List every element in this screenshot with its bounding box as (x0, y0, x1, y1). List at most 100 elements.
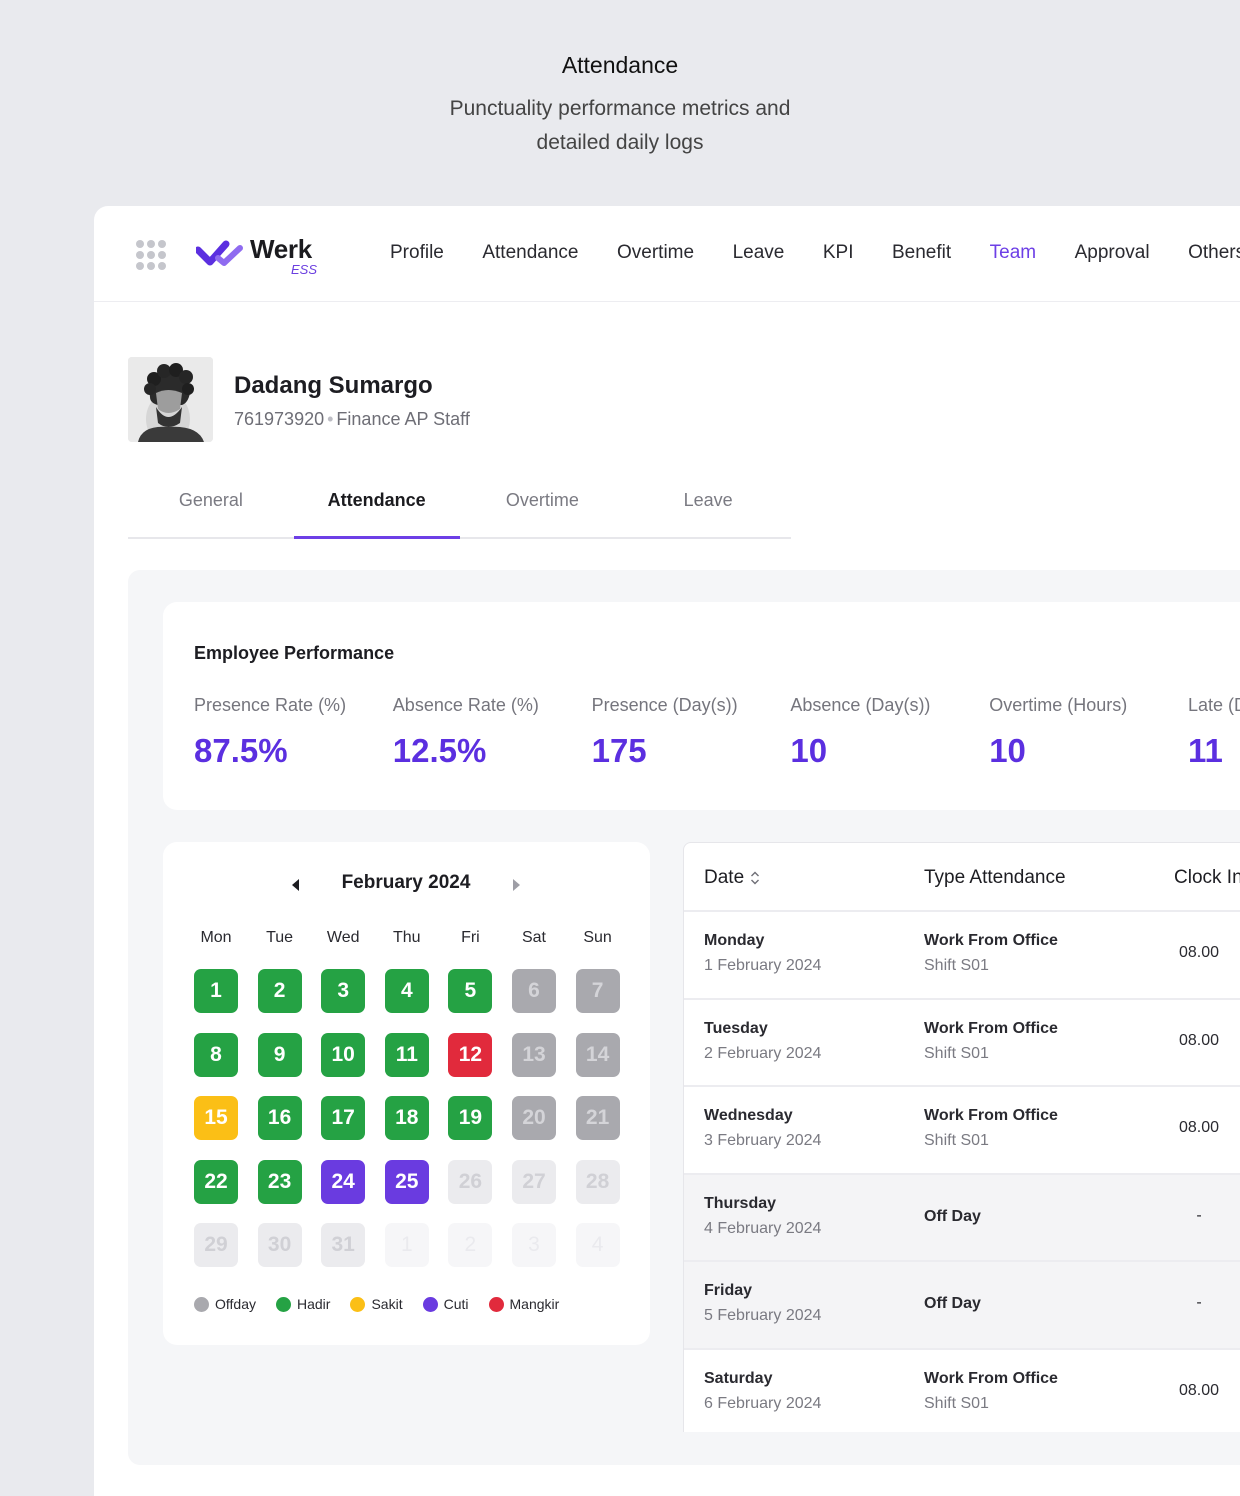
cell-attendance-type: Work From Office (924, 1370, 1058, 1387)
attendance-table: Date Type Attendance Clock In Monday 1 Fe… (683, 842, 1240, 1432)
column-header-clock-in: Clock In (1174, 867, 1240, 888)
column-header-date[interactable]: Date (704, 867, 760, 889)
app-window: Werk ESS Profile Attendance Overtime Leave K… (94, 206, 1240, 1496)
legend-dot (488, 1296, 504, 1312)
cell-clock-in: - (1196, 1294, 1202, 1311)
nav-item-others[interactable]: Others (1188, 242, 1240, 264)
calendar-day[interactable]: 6 (512, 969, 556, 1013)
calendar-day: 2 (448, 1223, 493, 1268)
calendar-day[interactable]: 8 (194, 1032, 238, 1077)
table-row[interactable]: Monday 1 February 2024 Shift S01 Work From … (684, 910, 1240, 998)
nav-item-approval[interactable]: Approval (1075, 242, 1150, 264)
nav-item-kpi[interactable]: KPI (823, 242, 854, 264)
column-header-type: Type Attendance (924, 867, 1066, 888)
calendar-day[interactable]: 25 (384, 1159, 429, 1204)
metric-label: Overtime (Hours) (989, 695, 1128, 715)
calendar-day[interactable]: 27 (512, 1159, 556, 1204)
metric-value: 175 (591, 732, 647, 769)
next-month-icon[interactable] (513, 879, 520, 891)
werk-logo[interactable]: Werk ESS (196, 234, 326, 278)
calendar-day[interactable]: 28 (575, 1159, 620, 1204)
calendar-day[interactable]: 30 (257, 1223, 302, 1268)
calendar-day[interactable]: 5 (448, 969, 493, 1013)
employee-name: Dadang Sumargo (234, 372, 433, 399)
cell-clock-in: 08.00 (1178, 1032, 1220, 1049)
calendar-day[interactable]: 26 (448, 1159, 493, 1204)
werk-check-icon (196, 240, 243, 266)
cell-attendance-type: Work From Office (924, 1107, 1058, 1124)
nav-item-benefit[interactable]: Benefit (892, 242, 951, 264)
calendar-day[interactable]: 31 (321, 1223, 366, 1268)
cell-clock-in: - (1196, 1207, 1202, 1224)
tab-general[interactable]: General (128, 476, 294, 537)
metric-label: Presence (Day(s)) (591, 695, 738, 715)
nav-item-leave[interactable]: Leave (733, 242, 785, 264)
table-row[interactable]: Saturday 6 February 2024 Shift S01 Work Fro… (684, 1348, 1240, 1432)
legend-dot (350, 1296, 366, 1312)
legend-item-hadir: Hadir (276, 1296, 330, 1312)
calendar-day[interactable]: 22 (194, 1159, 238, 1204)
weekday-label: Thu (393, 929, 421, 946)
calendar-day[interactable]: 13 (512, 1032, 556, 1077)
tab-attendance[interactable]: Attendance (293, 476, 460, 539)
app-grid-icon[interactable] (136, 240, 166, 270)
calendar-day[interactable]: 12 (448, 1032, 493, 1077)
table-row[interactable]: Wednesday 3 February 2024 Shift S01 Work Fr… (684, 1085, 1240, 1173)
cell-date: 1 February 2024 (704, 957, 822, 974)
nav-item-attendance[interactable]: Attendance (482, 242, 578, 264)
calendar-day[interactable]: 3 (321, 969, 366, 1013)
calendar-day[interactable]: 24 (321, 1159, 366, 1204)
calendar-day[interactable]: 7 (575, 969, 620, 1013)
calendar-day[interactable]: 2 (257, 969, 302, 1013)
table-row[interactable]: Tuesday 2 February 2024 Shift S01 Work From… (684, 998, 1240, 1085)
calendar-day[interactable]: 9 (257, 1032, 302, 1077)
tab-leave[interactable]: Leave (625, 476, 791, 537)
nav-item-overtime[interactable]: Overtime (617, 242, 694, 264)
calendar-day[interactable]: 4 (384, 969, 429, 1013)
legend-label: Offday (215, 1296, 256, 1312)
calendar-day[interactable]: 21 (575, 1096, 620, 1141)
legend-dot (194, 1296, 209, 1312)
nav-item-team[interactable]: Team (990, 242, 1036, 264)
legend-label: Mangkir (509, 1296, 560, 1312)
employee-position: Finance AP Staff (336, 409, 470, 429)
calendar-day[interactable]: 1 (194, 969, 238, 1013)
cell-attendance-type: Off Day (924, 1295, 981, 1312)
sort-icon[interactable] (750, 870, 760, 886)
calendar-day[interactable]: 18 (384, 1096, 429, 1141)
table-row[interactable]: Thursday 4 February 2024 Off Day - (684, 1173, 1240, 1260)
performance-title: Employee Performance (194, 643, 395, 663)
calendar-day[interactable]: 11 (384, 1032, 429, 1077)
metric-value: 10 (790, 732, 828, 769)
cell-attendance-type: Off Day (924, 1208, 981, 1225)
table-row[interactable]: Friday 5 February 2024 Off Day - (684, 1260, 1240, 1348)
calendar-day: 3 (512, 1223, 556, 1268)
cell-attendance-type: Work From Office (924, 932, 1058, 949)
legend-label: Hadir (297, 1296, 331, 1312)
prev-month-icon[interactable] (292, 879, 299, 891)
cell-date: 4 February 2024 (704, 1220, 822, 1237)
weekday-label: Sun (583, 929, 612, 946)
calendar-day[interactable]: 19 (448, 1096, 493, 1141)
calendar-day[interactable]: 23 (257, 1159, 302, 1204)
calendar-card: February 2024 Mon Tue Wed Thu Fri Sat Sun 1 2 3 4 5… (163, 842, 650, 1345)
nav-item-profile[interactable]: Profile (390, 242, 444, 264)
avatar (128, 357, 213, 442)
calendar-day[interactable]: 15 (194, 1096, 238, 1141)
brand-sub: ESS (291, 262, 318, 277)
metric-label: Absence (Day(s)) (790, 695, 931, 715)
cell-shift: Shift S01 (924, 1395, 989, 1412)
calendar-day: 1 (384, 1223, 429, 1268)
tab-overtime[interactable]: Overtime (460, 476, 626, 537)
calendar-day[interactable]: 29 (194, 1223, 238, 1268)
calendar-day[interactable]: 20 (512, 1096, 556, 1141)
calendar-day[interactable]: 10 (321, 1032, 366, 1077)
calendar-day[interactable]: 17 (321, 1096, 366, 1141)
legend-item-mangkir: Mangkir (488, 1296, 560, 1312)
calendar-day[interactable]: 16 (257, 1096, 302, 1141)
cell-clock-in: 08.00 (1178, 944, 1220, 961)
calendar-day: 4 (575, 1223, 620, 1268)
metric-item: Absence Rate (%) 12.5% (393, 695, 583, 770)
legend-item-cuti: Cuti (422, 1296, 469, 1312)
calendar-day[interactable]: 14 (575, 1032, 620, 1077)
